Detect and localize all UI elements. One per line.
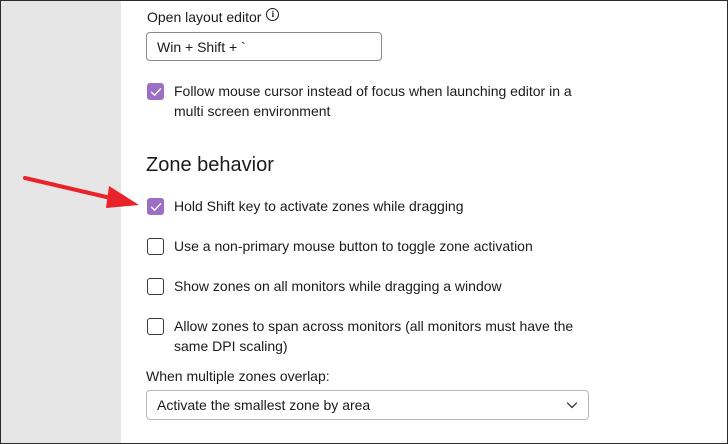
hold-shift-label: Hold Shift key to activate zones while d… [174, 198, 464, 214]
span-across-monitors-option[interactable]: Allow zones to span across monitors (all… [147, 318, 594, 356]
follow-cursor-label: Follow mouse cursor instead of focus whe… [174, 83, 572, 119]
non-primary-mouse-option[interactable]: Use a non-primary mouse button to toggle… [147, 238, 594, 256]
zone-behavior-heading: Zone behavior [146, 154, 274, 176]
overlap-selected-value: Activate the smallest zone by area [157, 397, 371, 413]
non-primary-mouse-checkbox[interactable] [147, 238, 164, 255]
hotkey-value: Win + Shift + ` [157, 38, 246, 55]
checkmark-icon [150, 203, 162, 211]
layout-editor-label: Open layout editor [147, 9, 262, 25]
settings-window: Open layout editor i Win + Shift + ` Fol… [0, 0, 728, 444]
info-icon[interactable]: i [266, 7, 280, 21]
layout-editor-label-row: Open layout editor i [147, 7, 280, 25]
hold-shift-option[interactable]: Hold Shift key to activate zones while d… [147, 198, 594, 216]
chevron-down-icon [566, 402, 578, 409]
overlap-dropdown[interactable]: Activate the smallest zone by area [146, 390, 589, 420]
show-zones-all-monitors-label: Show zones on all monitors while draggin… [174, 278, 502, 294]
show-zones-all-monitors-option[interactable]: Show zones on all monitors while draggin… [147, 278, 594, 296]
navigation-pane [1, 1, 121, 443]
follow-cursor-option[interactable]: Follow mouse cursor instead of focus whe… [147, 83, 594, 121]
overlap-label: When multiple zones overlap: [146, 368, 330, 384]
red-arrow-annotation [23, 176, 139, 208]
span-across-monitors-label: Allow zones to span across monitors (all… [174, 318, 574, 354]
layout-editor-hotkey-field[interactable]: Win + Shift + ` [146, 32, 382, 61]
show-zones-all-monitors-checkbox[interactable] [147, 278, 164, 295]
follow-cursor-checkbox[interactable] [147, 83, 164, 100]
hold-shift-checkbox[interactable] [147, 198, 164, 215]
span-across-monitors-checkbox[interactable] [147, 318, 164, 335]
checkmark-icon [150, 88, 162, 96]
non-primary-mouse-label: Use a non-primary mouse button to toggle… [174, 238, 533, 254]
settings-content: Open layout editor i Win + Shift + ` Fol… [121, 1, 727, 443]
